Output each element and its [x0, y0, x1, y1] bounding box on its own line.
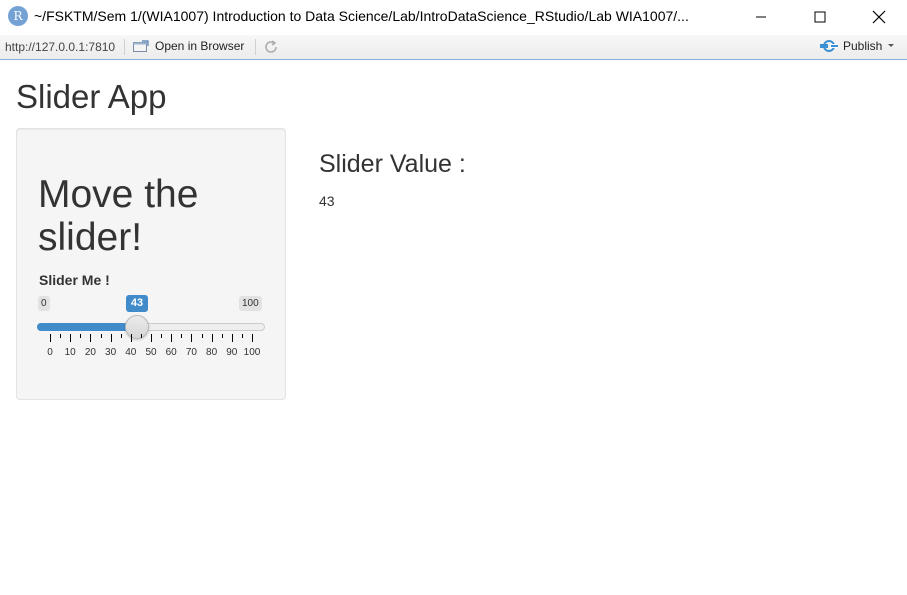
slider-tick — [171, 334, 173, 342]
close-icon — [872, 10, 886, 23]
rstudio-r-icon: R — [8, 6, 28, 26]
slider-tick — [130, 334, 132, 342]
slider-handle[interactable] — [124, 315, 149, 339]
refresh-icon[interactable] — [263, 39, 279, 58]
chevron-down-icon[interactable] — [887, 43, 895, 49]
slider-min-label: 0 — [38, 296, 50, 311]
slider-tick-label: 30 — [105, 347, 117, 358]
slider-tick-label: 40 — [125, 347, 137, 358]
close-button[interactable] — [856, 0, 902, 33]
slider-fill-bar — [37, 323, 137, 331]
slider-max-label: 100 — [239, 296, 262, 311]
open-browser-icon — [133, 39, 149, 52]
sidebar-heading: Move the slider! — [38, 173, 199, 259]
slider-tick — [211, 334, 213, 342]
slider-minor-tick — [80, 334, 82, 338]
publish-label: Publish — [843, 39, 883, 53]
slider-minor-tick — [60, 334, 62, 338]
slider-minor-tick — [161, 334, 163, 338]
slider-tick — [90, 334, 92, 342]
slider-tick — [50, 334, 51, 342]
output-heading: Slider Value : — [319, 150, 466, 178]
slider-minor-tick — [100, 334, 102, 338]
window-title-bar: R ~/FSKTM/Sem 1/(WIA1007) Introduction t… — [0, 0, 907, 33]
app-url: http://127.0.0.1:7810 — [5, 40, 116, 54]
slider-tick-label: 100 — [243, 347, 261, 358]
slider-tick — [191, 334, 193, 342]
publish-button[interactable]: Publish — [820, 39, 895, 53]
slider-tick-label: 60 — [165, 347, 177, 358]
slider-tick — [151, 334, 152, 342]
slider-tick-label: 80 — [206, 347, 218, 358]
slider-minor-tick — [120, 334, 122, 338]
slider-minor-tick — [140, 334, 142, 338]
slider-tick-label: 50 — [145, 347, 157, 358]
slider-input[interactable]: 0 100 43 0 10 20 30 40 50 60 70 80 90 100 — [37, 294, 265, 364]
slider-minor-tick — [181, 334, 183, 338]
slider-tick-label: 90 — [226, 347, 238, 358]
slider-tick-label: 10 — [64, 347, 76, 358]
toolbar-divider — [124, 39, 125, 55]
slider-tick — [110, 334, 112, 342]
slider-minor-tick — [221, 334, 223, 338]
slider-minor-tick — [201, 334, 203, 338]
slider-tick-label: 20 — [84, 347, 96, 358]
page-title: Slider App — [16, 78, 167, 115]
minimize-icon — [756, 16, 766, 17]
slider-minor-tick — [241, 334, 243, 338]
maximize-icon — [814, 11, 826, 22]
slider-output-value: 43 — [319, 193, 335, 209]
slider-tick — [70, 334, 72, 342]
minimize-button[interactable] — [738, 0, 784, 33]
slider-tick-label: 0 — [47, 347, 53, 358]
toolbar-divider — [255, 39, 256, 55]
open-in-browser-button[interactable]: Open in Browser — [133, 39, 244, 53]
publish-icon — [820, 40, 838, 52]
slider-tick-label: 70 — [185, 347, 197, 358]
slider-label: Slider Me ! — [39, 272, 110, 288]
open-in-browser-label: Open in Browser — [155, 39, 245, 53]
maximize-button[interactable] — [797, 0, 843, 33]
viewer-toolbar: http://127.0.0.1:7810 Open in Browser Pu… — [0, 35, 907, 60]
slider-tick — [252, 334, 253, 342]
slider-tick — [231, 334, 233, 342]
sidebar-panel: Move the slider! Slider Me ! 0 100 43 01… — [16, 128, 286, 400]
slider-value-bubble: 43 — [125, 295, 149, 312]
window-title: ~/FSKTM/Sem 1/(WIA1007) Introduction to … — [34, 8, 689, 24]
